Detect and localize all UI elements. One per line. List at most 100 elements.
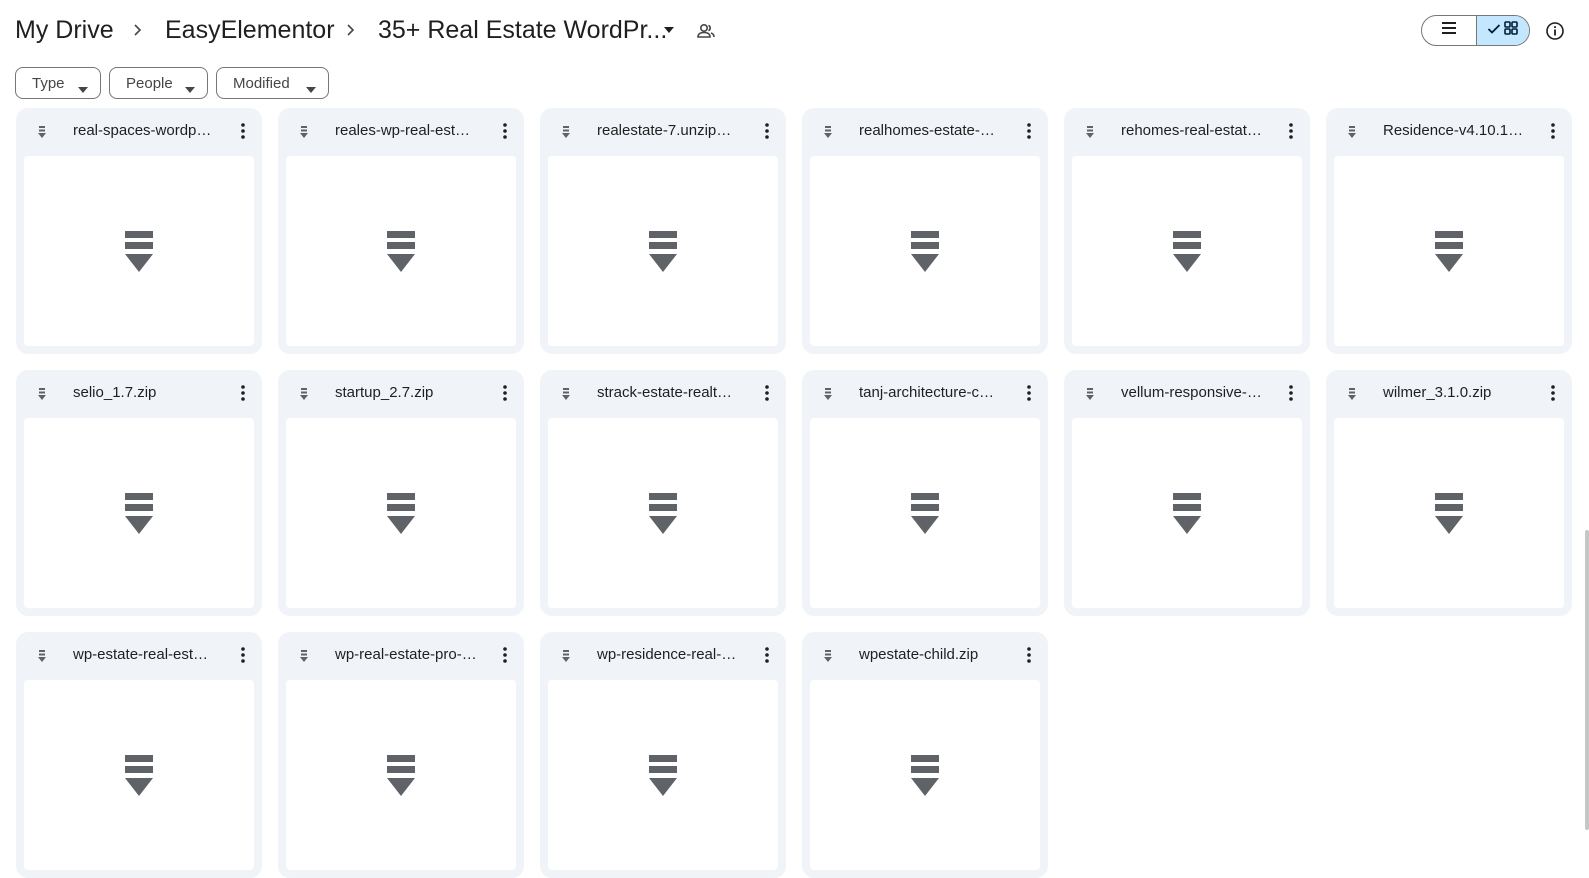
file-name: wp-residence-real-estate-theme.zip (597, 646, 739, 663)
file-thumbnail (1334, 418, 1564, 608)
zip-file-icon (1084, 125, 1096, 139)
more-vert-icon[interactable] (240, 645, 246, 665)
zip-file-icon (1346, 387, 1358, 401)
file-card-header: startup_2.7.zip (278, 370, 524, 416)
zip-file-icon (298, 125, 310, 139)
more-vert-icon[interactable] (1026, 121, 1032, 141)
file-card-header: real-spaces-wordpress-real-estate.zip (16, 108, 262, 154)
more-vert-icon[interactable] (502, 383, 508, 403)
modified-filter-chip[interactable]: Modified (216, 67, 329, 99)
file-card[interactable]: realhomes-estate-sale-and-rental.zip (802, 108, 1048, 354)
zip-file-icon (909, 231, 941, 273)
file-card-header: wpestate-child.zip (802, 632, 1048, 678)
grid-icon (1504, 21, 1519, 40)
file-name: tanj-architecture-company-theme.zip (859, 384, 1001, 401)
file-card[interactable]: tanj-architecture-company-theme.zip (802, 370, 1048, 616)
file-card[interactable]: vellum-responsive-wordpress-theme.zip (1064, 370, 1310, 616)
file-name: wilmer_3.1.0.zip (1383, 384, 1492, 401)
file-card-header: selio_1.7.zip (16, 370, 262, 416)
zip-file-icon (1171, 231, 1203, 273)
caret-down-icon (78, 80, 88, 97)
file-thumbnail (24, 156, 254, 346)
more-vert-icon[interactable] (1550, 383, 1556, 403)
file-card[interactable]: real-spaces-wordpress-real-estate.zip (16, 108, 262, 354)
type-filter-chip[interactable]: Type (15, 67, 101, 99)
zip-file-icon (909, 493, 941, 535)
chevron-right-icon (129, 22, 145, 38)
zip-file-icon (909, 755, 941, 797)
more-vert-icon[interactable] (764, 121, 770, 141)
file-card[interactable]: wilmer_3.1.0.zip (1326, 370, 1572, 616)
shared-people-icon[interactable] (696, 21, 716, 41)
file-card[interactable]: wp-estate-real-estate-wordpress.zip (16, 632, 262, 878)
file-thumbnail (286, 680, 516, 870)
caret-down-icon[interactable] (662, 25, 676, 35)
zip-file-icon (123, 493, 155, 535)
file-card-header: wilmer_3.1.0.zip (1326, 370, 1572, 416)
file-card[interactable]: strack-estate-realty-theme.zip (540, 370, 786, 616)
people-filter-chip[interactable]: People (109, 67, 208, 99)
more-vert-icon[interactable] (764, 645, 770, 665)
file-card[interactable]: wp-residence-real-estate-theme.zip (540, 632, 786, 878)
people-filter-label: People (126, 74, 173, 92)
file-thumbnail (24, 680, 254, 870)
info-icon[interactable] (1545, 21, 1565, 41)
caret-down-icon (306, 80, 316, 97)
more-vert-icon[interactable] (1288, 121, 1294, 141)
zip-file-icon (123, 755, 155, 797)
file-card[interactable]: reales-wp-real-estate-wordpress-theme.zi… (278, 108, 524, 354)
modified-filter-label: Modified (233, 74, 290, 92)
file-card[interactable]: wp-real-estate-pro-theme.zip (278, 632, 524, 878)
file-card-header: rehomes-real-estate-group-theme.zip (1064, 108, 1310, 154)
zip-file-icon (560, 125, 572, 139)
breadcrumb-current-folder[interactable]: 35+ Real Estate WordPr... (378, 14, 667, 46)
file-card[interactable]: selio_1.7.zip (16, 370, 262, 616)
zip-file-icon (647, 755, 679, 797)
breadcrumb-my-drive[interactable]: My Drive (15, 14, 114, 46)
zip-file-icon (1084, 387, 1096, 401)
file-card[interactable]: wpestate-child.zip (802, 632, 1048, 878)
list-icon (1441, 21, 1457, 40)
type-filter-label: Type (32, 74, 65, 92)
file-name: strack-estate-realty-theme.zip (597, 384, 739, 401)
chevron-right-icon (342, 22, 358, 38)
file-thumbnail (1334, 156, 1564, 346)
file-thumbnail (286, 418, 516, 608)
file-name: selio_1.7.zip (73, 384, 157, 401)
file-card[interactable]: Residence-v4.10.1-wordpress.zip (1326, 108, 1572, 354)
file-card[interactable]: rehomes-real-estate-group-theme.zip (1064, 108, 1310, 354)
more-vert-icon[interactable] (764, 383, 770, 403)
file-thumbnail (548, 156, 778, 346)
file-card-header: realhomes-estate-sale-and-rental.zip (802, 108, 1048, 154)
zip-file-icon (647, 231, 679, 273)
header: My Drive EasyElementor 35+ Real Estate W… (0, 0, 1589, 62)
file-thumbnail (286, 156, 516, 346)
list-view-button[interactable] (1422, 16, 1476, 45)
file-thumbnail (810, 156, 1040, 346)
more-vert-icon[interactable] (1026, 383, 1032, 403)
more-vert-icon[interactable] (240, 383, 246, 403)
more-vert-icon[interactable] (1026, 645, 1032, 665)
file-name: startup_2.7.zip (335, 384, 434, 401)
grid-view-button[interactable] (1475, 16, 1529, 45)
file-card-header: reales-wp-real-estate-wordpress-theme.zi… (278, 108, 524, 154)
more-vert-icon[interactable] (240, 121, 246, 141)
file-name: realestate-7.unzip_.zip (597, 122, 739, 139)
file-card-header: realestate-7.unzip_.zip (540, 108, 786, 154)
zip-file-icon (1433, 231, 1465, 273)
more-vert-icon[interactable] (1550, 121, 1556, 141)
file-card[interactable]: startup_2.7.zip (278, 370, 524, 616)
more-vert-icon[interactable] (1288, 383, 1294, 403)
file-card-header: wp-residence-real-estate-theme.zip (540, 632, 786, 678)
more-vert-icon[interactable] (502, 645, 508, 665)
file-name: reales-wp-real-estate-wordpress-theme.zi… (335, 122, 477, 139)
file-card-header: tanj-architecture-company-theme.zip (802, 370, 1048, 416)
breadcrumb-easyelementor[interactable]: EasyElementor (165, 14, 335, 46)
file-card[interactable]: realestate-7.unzip_.zip (540, 108, 786, 354)
zip-file-icon (560, 387, 572, 401)
more-vert-icon[interactable] (502, 121, 508, 141)
file-name: real-spaces-wordpress-real-estate.zip (73, 122, 215, 139)
scrollbar[interactable] (1585, 530, 1589, 830)
file-name: wpestate-child.zip (859, 646, 979, 663)
zip-file-icon (647, 493, 679, 535)
